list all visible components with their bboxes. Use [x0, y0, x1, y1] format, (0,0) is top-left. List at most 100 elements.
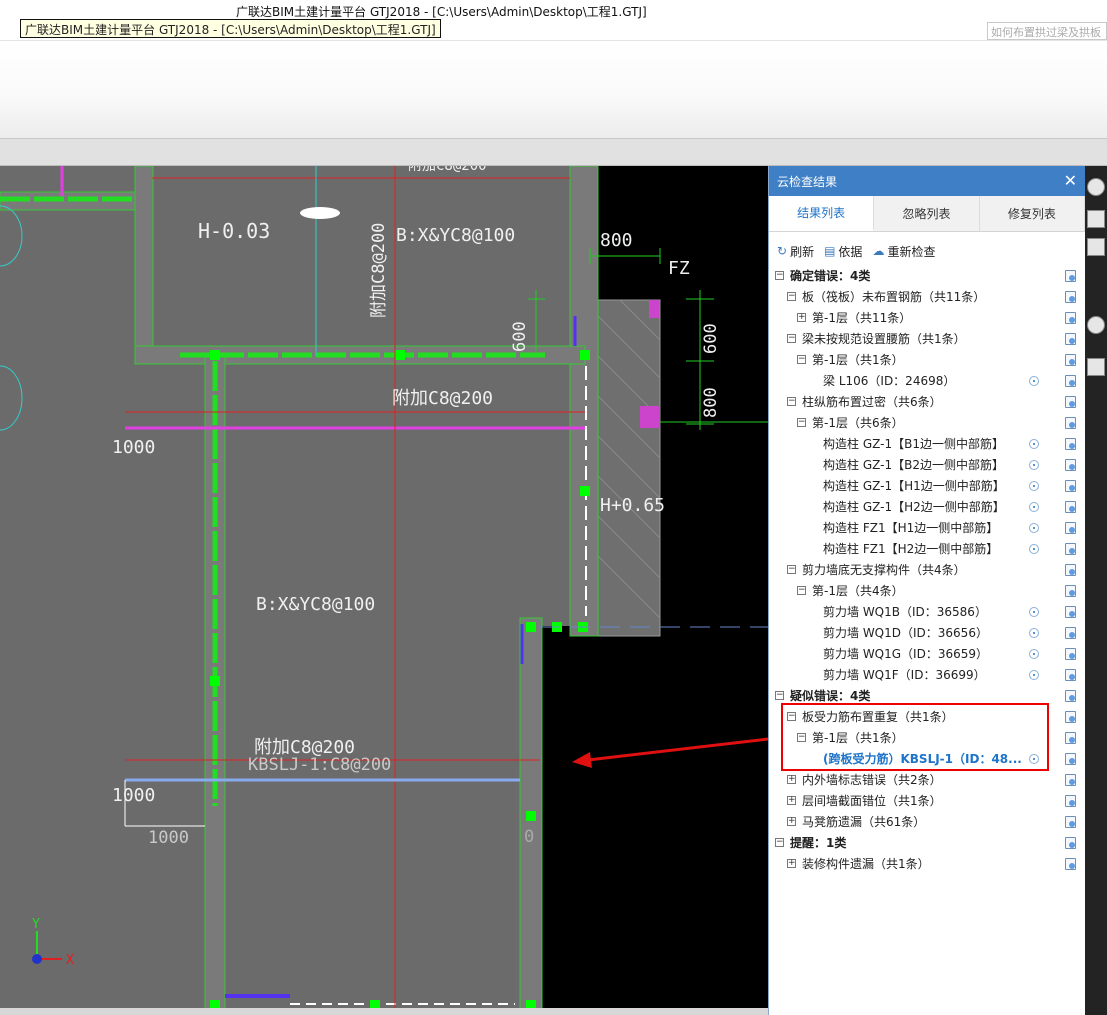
collapse-icon[interactable]: − — [797, 355, 806, 364]
tree-row[interactable]: 剪力墙 WQ1F（ID：36699） — [769, 664, 1085, 685]
tree-row[interactable]: + 装修构件遗漏（共1条） — [769, 853, 1085, 874]
tree-row[interactable]: − 梁未按规范设置腰筋（共1条） — [769, 328, 1085, 349]
tree-row[interactable]: − 板（筏板）未布置钢筋（共11条） — [769, 286, 1085, 307]
detail-icon[interactable] — [1065, 353, 1076, 366]
detail-icon[interactable] — [1065, 500, 1076, 513]
tree-row[interactable]: 构造柱 GZ-1【B1边一侧中部筋】 — [769, 433, 1085, 454]
tree-row[interactable]: − 提醒：1类 — [769, 832, 1085, 853]
status-bar — [0, 1008, 768, 1015]
tree-row[interactable]: − 柱纵筋布置过密（共6条） — [769, 391, 1085, 412]
axis-y-label: Y — [32, 917, 40, 932]
detail-icon[interactable] — [1065, 857, 1076, 870]
locate-icon[interactable] — [1029, 606, 1039, 617]
tree-row[interactable]: − 第-1层（共1条） — [769, 349, 1085, 370]
expand-icon[interactable]: + — [787, 859, 796, 868]
tree-row[interactable]: + 内外墙标志错误（共2条） — [769, 769, 1085, 790]
detail-icon[interactable] — [1065, 668, 1076, 681]
detail-icon[interactable] — [1065, 542, 1076, 555]
collapse-icon[interactable]: − — [787, 334, 796, 343]
locate-icon[interactable] — [1029, 543, 1039, 554]
locate-icon[interactable] — [1029, 459, 1039, 470]
tree-row[interactable]: − 剪力墙底无支撑构件（共4条） — [769, 559, 1085, 580]
collapse-icon[interactable]: − — [797, 418, 806, 427]
detail-icon[interactable] — [1065, 332, 1076, 345]
locate-icon[interactable] — [1029, 522, 1039, 533]
help-search-input[interactable]: 如何布置拱过梁及拱板 — [987, 22, 1107, 40]
expand-icon[interactable]: + — [787, 817, 796, 826]
tab-fixed[interactable]: 修复列表 — [979, 196, 1085, 231]
expand-icon[interactable]: + — [797, 313, 806, 322]
grid-icon[interactable] — [1087, 358, 1105, 376]
tree-row[interactable]: 剪力墙 WQ1G（ID：36659） — [769, 643, 1085, 664]
collapse-icon[interactable]: − — [775, 838, 784, 847]
tab-ignored[interactable]: 忽略列表 — [874, 196, 980, 231]
detail-icon[interactable] — [1065, 416, 1076, 429]
locate-icon[interactable] — [1029, 648, 1039, 659]
detail-icon[interactable] — [1065, 605, 1076, 618]
tree-row[interactable]: 构造柱 GZ-1【B2边一侧中部筋】 — [769, 454, 1085, 475]
collapse-icon[interactable]: − — [775, 271, 784, 280]
detail-icon[interactable] — [1065, 563, 1076, 576]
collapse-icon[interactable]: − — [787, 565, 796, 574]
tree-row[interactable]: 梁 L106（ID：24698） — [769, 370, 1085, 391]
detail-icon[interactable] — [1065, 689, 1076, 702]
expand-icon[interactable]: + — [787, 796, 796, 805]
locate-icon[interactable] — [1029, 375, 1039, 386]
tree-row[interactable]: − 第-1层（共6条） — [769, 412, 1085, 433]
plan-view-icon[interactable] — [1087, 238, 1105, 256]
tree-row[interactable]: 构造柱 FZ1【H2边一侧中部筋】 — [769, 538, 1085, 559]
3d-view-icon[interactable] — [1087, 210, 1105, 228]
detail-icon[interactable] — [1065, 815, 1076, 828]
basis-button[interactable]: ▤ 依据 — [824, 243, 862, 260]
detail-icon[interactable] — [1065, 479, 1076, 492]
detail-icon[interactable] — [1065, 290, 1076, 303]
locate-icon[interactable] — [1029, 480, 1039, 491]
detail-icon[interactable] — [1065, 773, 1076, 786]
detail-icon[interactable] — [1065, 794, 1076, 807]
tree-row-label: 层间墙截面错位（共1条） — [802, 794, 942, 808]
locate-icon[interactable] — [1029, 627, 1039, 638]
document-search-icon: ▤ — [824, 244, 836, 258]
locate-icon[interactable] — [1029, 501, 1039, 512]
locate-icon[interactable] — [1029, 669, 1039, 680]
close-icon[interactable]: ✕ — [1064, 173, 1077, 189]
collapse-icon[interactable]: − — [775, 691, 784, 700]
tree-row[interactable]: + 层间墙截面错位（共1条） — [769, 790, 1085, 811]
collapse-icon[interactable]: − — [787, 292, 796, 301]
tree-row[interactable]: 构造柱 FZ1【H1边一侧中部筋】 — [769, 517, 1085, 538]
tree-row[interactable]: + 马凳筋遗漏（共61条） — [769, 811, 1085, 832]
locate-icon[interactable] — [1029, 438, 1039, 449]
collapse-icon[interactable]: − — [787, 397, 796, 406]
detail-icon[interactable] — [1065, 584, 1076, 597]
view-cube-icon[interactable] — [1087, 178, 1105, 196]
expand-icon[interactable]: + — [787, 775, 796, 784]
rotate-icon[interactable] — [1087, 316, 1105, 334]
detail-icon[interactable] — [1065, 752, 1076, 765]
tree-row[interactable]: 构造柱 GZ-1【H1边一侧中部筋】 — [769, 475, 1085, 496]
detail-icon[interactable] — [1065, 626, 1076, 639]
cad-viewport[interactable]: 附加C8@200 H-0.03 B:X&YC8@100 附加C8@200 800… — [0, 166, 768, 1015]
recheck-button[interactable]: ☁ 重新检查 — [872, 243, 935, 260]
detail-icon[interactable] — [1065, 269, 1076, 282]
tree-row[interactable]: − 第-1层（共4条） — [769, 580, 1085, 601]
detail-icon[interactable] — [1065, 458, 1076, 471]
detail-icon[interactable] — [1065, 521, 1076, 534]
tree-row[interactable]: 构造柱 GZ-1【H2边一侧中部筋】 — [769, 496, 1085, 517]
detail-icon[interactable] — [1065, 437, 1076, 450]
detail-icon[interactable] — [1065, 647, 1076, 660]
tree-row[interactable]: − 确定错误：4类 — [769, 265, 1085, 286]
tab-results[interactable]: 结果列表 — [769, 196, 875, 231]
detail-icon[interactable] — [1065, 710, 1076, 723]
detail-icon[interactable] — [1065, 374, 1076, 387]
cad-canvas[interactable]: 附加C8@200 H-0.03 B:X&YC8@100 附加C8@200 800… — [0, 166, 768, 1015]
tree-row[interactable]: 剪力墙 WQ1B（ID：36586） — [769, 601, 1085, 622]
tree-row-label: 剪力墙底无支撑构件（共4条） — [802, 563, 966, 577]
tree-row[interactable]: 剪力墙 WQ1D（ID：36656） — [769, 622, 1085, 643]
detail-icon[interactable] — [1065, 836, 1076, 849]
refresh-button[interactable]: ↻ 刷新 — [777, 243, 814, 260]
detail-icon[interactable] — [1065, 395, 1076, 408]
detail-icon[interactable] — [1065, 311, 1076, 324]
collapse-icon[interactable]: − — [797, 586, 806, 595]
detail-icon[interactable] — [1065, 731, 1076, 744]
tree-row[interactable]: + 第-1层（共11条） — [769, 307, 1085, 328]
